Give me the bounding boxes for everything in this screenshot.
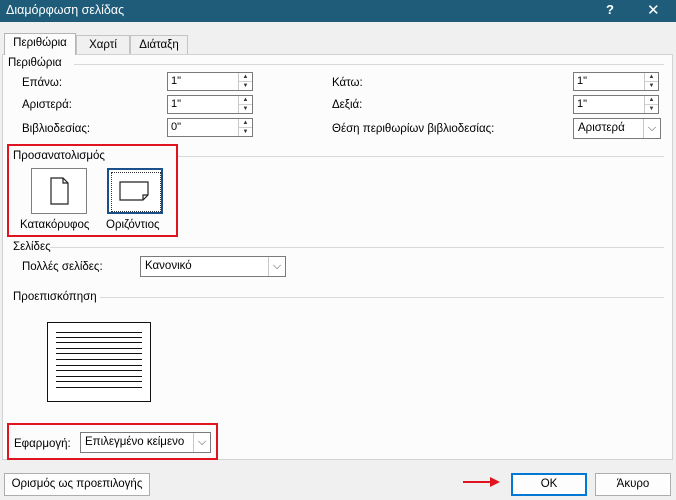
spin-down-icon[interactable]: ▼ [239,105,252,113]
divider [176,156,664,157]
divider [50,247,664,248]
top-margin-spinner[interactable]: 1" ▲ ▼ [167,72,253,91]
cancel-button[interactable]: Άκυρο [595,473,671,496]
preview-group-label: Προεπισκόπηση [13,291,97,303]
spin-down-icon[interactable]: ▼ [645,82,658,90]
top-margin-value: 1" [171,75,182,87]
set-as-default-button[interactable]: Ορισμός ως προεπιλογής [4,473,150,496]
multiple-pages-value: Κανονικό [145,260,192,272]
spin-up-icon[interactable]: ▲ [645,73,658,82]
tab-paper[interactable]: Χαρτί [76,35,130,55]
divider [74,64,664,65]
spin-down-icon[interactable]: ▼ [239,128,252,136]
gutter-label: Βιβλιοδεσίας: [22,123,91,135]
help-icon[interactable]: ? [606,2,614,17]
spin-up-icon[interactable]: ▲ [239,119,252,128]
gutter-position-label: Θέση περιθωρίων βιβλιοδεσίας: [332,123,495,135]
right-margin-value: 1" [577,98,588,110]
gutter-position-select[interactable]: Αριστερά ⌵ [573,118,661,139]
divider [100,297,664,298]
right-margin-label: Δεξιά: [332,99,363,111]
spin-down-icon[interactable]: ▼ [645,105,658,113]
bottom-margin-label: Κάτω: [332,77,363,89]
bottom-margin-value: 1" [577,75,588,87]
gutter-spinner[interactable]: 0" ▲ ▼ [167,118,253,137]
ok-button[interactable]: OK [511,473,587,496]
right-margin-spinner[interactable]: 1" ▲ ▼ [573,95,659,114]
left-margin-spinner[interactable]: 1" ▲ ▼ [167,95,253,114]
bottom-margin-spinner[interactable]: 1" ▲ ▼ [573,72,659,91]
apply-to-highlight [7,423,218,460]
tab-layout[interactable]: Διάταξη [130,35,188,55]
margins-group-label: Περιθώρια [8,57,62,69]
left-margin-value: 1" [171,98,182,110]
top-margin-label: Επάνω: [22,77,63,89]
arrow-right-icon [463,477,500,487]
spin-up-icon[interactable]: ▲ [645,96,658,105]
window-title: Διαμόρφωση σελίδας [6,3,125,17]
page-preview [47,322,151,402]
chevron-down-icon[interactable]: ⌵ [643,119,660,138]
spin-up-icon[interactable]: ▲ [239,96,252,105]
left-margin-label: Αριστερά: [22,99,72,111]
spin-up-icon[interactable]: ▲ [239,73,252,82]
gutter-position-value: Αριστερά [578,122,625,134]
tab-margins[interactable]: Περιθώρια [4,33,76,55]
multiple-pages-label: Πολλές σελίδες: [22,261,103,273]
title-bar: Διαμόρφωση σελίδας ? ✕ [0,0,676,22]
gutter-value: 0" [171,121,182,133]
chevron-down-icon[interactable]: ⌵ [268,257,285,276]
close-icon[interactable]: ✕ [647,1,660,19]
spin-down-icon[interactable]: ▼ [239,82,252,90]
multiple-pages-select[interactable]: Κανονικό ⌵ [140,256,286,277]
orientation-highlight [7,144,178,237]
pages-group-label: Σελίδες [13,241,51,253]
